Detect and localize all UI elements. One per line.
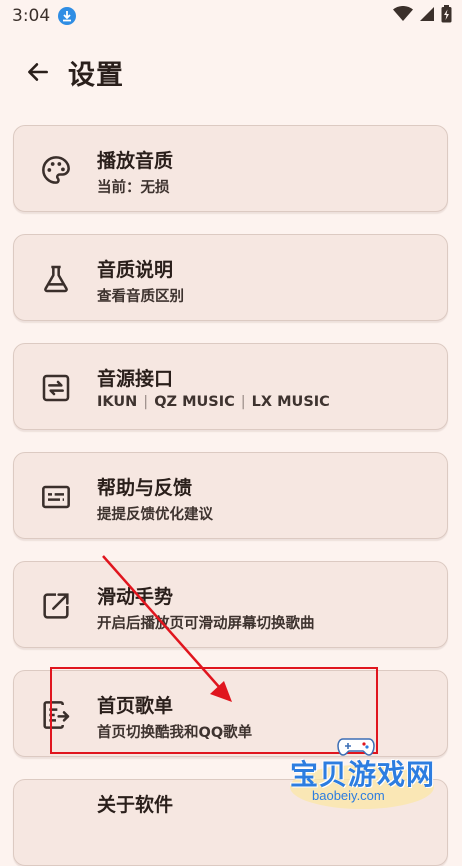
watermark-url: baobeiy.com (312, 788, 385, 803)
watermark-logo: 宝贝游戏网 baobeiy.com (282, 735, 452, 815)
annotation-arrow (102, 555, 232, 702)
watermark-text: 宝贝游戏网 (290, 758, 436, 791)
